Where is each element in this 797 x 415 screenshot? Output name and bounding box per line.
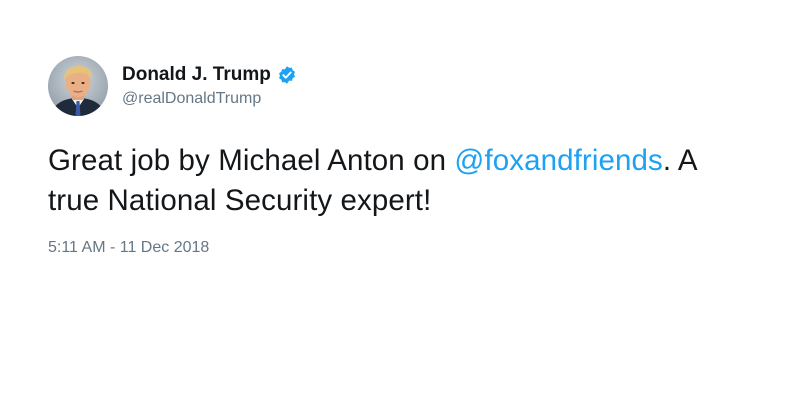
avatar[interactable] [48, 56, 108, 116]
tweet-timestamp[interactable]: 5:11 AM - 11 Dec 2018 [48, 239, 768, 257]
profile-photo-icon [48, 56, 108, 116]
verified-badge-icon [277, 65, 297, 85]
author-info: Donald J. Trump @realDonaldTrump [122, 61, 297, 108]
tweet-text-before-mention: Great job by Michael Anton on [48, 144, 455, 177]
author-handle[interactable]: @realDonaldTrump [122, 90, 297, 108]
tweet-header: Donald J. Trump @realDonaldTrump [48, 55, 768, 117]
tweet-text: Great job by Michael Anton on @foxandfri… [48, 141, 748, 221]
name-row: Donald J. Trump [122, 61, 297, 89]
tweet-card: Donald J. Trump @realDonaldTrump Great j… [48, 55, 768, 257]
author-name[interactable]: Donald J. Trump [122, 64, 271, 86]
mention-link[interactable]: @foxandfriends [454, 144, 662, 177]
